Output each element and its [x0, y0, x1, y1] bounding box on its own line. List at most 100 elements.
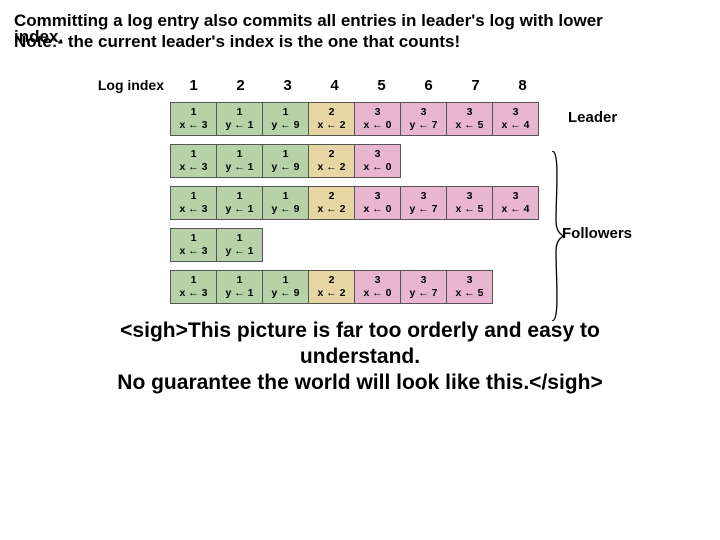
- cell-term: 3: [421, 106, 427, 118]
- cell-command: x ← 0: [363, 119, 391, 131]
- log-entry-cell: 3x ← 0: [354, 102, 401, 136]
- cell-command: y ← 7: [409, 203, 437, 215]
- log-entry-cell: 1y ← 9: [262, 186, 309, 220]
- cell-term: 3: [467, 190, 473, 202]
- cell-command: x ← 4: [501, 119, 529, 131]
- cell-term: 2: [329, 274, 335, 286]
- cell-term: 1: [237, 148, 243, 160]
- log-entry-cell: 1y ← 9: [262, 102, 309, 136]
- cell-term: 1: [237, 190, 243, 202]
- cell-command: y ← 1: [225, 245, 253, 257]
- cell-command: x ← 2: [317, 287, 345, 299]
- heading: Committing a log entry also commits all …: [14, 10, 706, 53]
- log-index-number: 6: [405, 77, 452, 94]
- log-entry-cell: 3x ← 0: [354, 186, 401, 220]
- log-entry-cell: 2x ← 2: [308, 186, 355, 220]
- cell-command: x ← 2: [317, 203, 345, 215]
- cell-term: 1: [191, 232, 197, 244]
- log-index-label: Log index: [74, 77, 170, 93]
- cell-command: x ← 4: [501, 203, 529, 215]
- log-entry-cell: 1x ← 3: [170, 186, 217, 220]
- log-entry-cell: 2x ← 2: [308, 102, 355, 136]
- cell-term: 3: [467, 106, 473, 118]
- cell-command: x ← 0: [363, 161, 391, 173]
- cell-command: x ← 3: [179, 119, 207, 131]
- log-entry-cell: 1y ← 1: [216, 144, 263, 178]
- followers-label: Followers: [562, 225, 632, 242]
- log-index-number: 7: [452, 77, 499, 94]
- cell-term: 1: [191, 190, 197, 202]
- log-entry-cell: 1y ← 1: [216, 228, 263, 262]
- log-entry-cell: 3x ← 0: [354, 270, 401, 304]
- log-entry-cell: 1x ← 3: [170, 102, 217, 136]
- cell-command: y ← 9: [271, 287, 299, 299]
- cell-term: 2: [329, 190, 335, 202]
- log-entry-cell: 1y ← 9: [262, 270, 309, 304]
- cell-command: y ← 1: [225, 287, 253, 299]
- cell-command: y ← 9: [271, 161, 299, 173]
- log-index-number: 4: [311, 77, 358, 94]
- cell-term: 2: [329, 106, 335, 118]
- cell-term: 3: [375, 190, 381, 202]
- log-entry-cell: 3x ← 5: [446, 186, 493, 220]
- cell-term: 3: [421, 274, 427, 286]
- log-entry-cell: 3y ← 7: [400, 102, 447, 136]
- log-entry-cell: 1y ← 1: [216, 186, 263, 220]
- cell-command: y ← 1: [225, 203, 253, 215]
- cell-command: x ← 0: [363, 203, 391, 215]
- sigh-line2: understand.: [14, 344, 706, 370]
- cell-term: 1: [283, 106, 289, 118]
- log-index-row: Log index 12345678: [74, 77, 706, 94]
- log-entry-cell: 1x ← 3: [170, 270, 217, 304]
- cell-term: 1: [237, 274, 243, 286]
- cell-command: x ← 3: [179, 161, 207, 173]
- cell-term: 1: [283, 148, 289, 160]
- sigh-text: <sigh>This picture is far too orderly an…: [14, 318, 706, 397]
- cell-command: x ← 0: [363, 287, 391, 299]
- cell-command: x ← 5: [455, 203, 483, 215]
- heading-index-word: index.: [14, 26, 63, 47]
- log-entry-cell: 1x ← 3: [170, 144, 217, 178]
- cell-command: y ← 1: [225, 119, 253, 131]
- log-index-number: 2: [217, 77, 264, 94]
- cell-term: 3: [375, 106, 381, 118]
- log-entry-cell: 3y ← 7: [400, 270, 447, 304]
- heading-line1: Committing a log entry also commits all …: [14, 11, 603, 30]
- heading-note: Note:- the current leader's index is the…: [14, 32, 460, 51]
- cell-command: x ← 3: [179, 287, 207, 299]
- cell-command: x ← 5: [455, 119, 483, 131]
- cell-term: 3: [513, 106, 519, 118]
- log-index-number: 8: [499, 77, 546, 94]
- cell-term: 3: [513, 190, 519, 202]
- log-entry-cell: 1y ← 1: [216, 102, 263, 136]
- log-entry-cell: 1x ← 3: [170, 228, 217, 262]
- cell-term: 1: [191, 106, 197, 118]
- cell-command: y ← 9: [271, 119, 299, 131]
- log-entry-cell: 2x ← 2: [308, 144, 355, 178]
- log-row: 1x ← 31y ← 11y ← 92x ← 23x ← 0: [74, 144, 706, 178]
- log-entry-cell: 1y ← 1: [216, 270, 263, 304]
- log-entry-cell: 3x ← 5: [446, 270, 493, 304]
- log-entry-cell: 3x ← 4: [492, 186, 539, 220]
- cell-term: 3: [375, 148, 381, 160]
- cell-term: 2: [329, 148, 335, 160]
- cell-command: x ← 2: [317, 119, 345, 131]
- log-entry-cell: 3x ← 4: [492, 102, 539, 136]
- log-entry-cell: 2x ← 2: [308, 270, 355, 304]
- log-index-number: 3: [264, 77, 311, 94]
- cell-command: x ← 5: [455, 287, 483, 299]
- sigh-line1: <sigh>This picture is far too orderly an…: [14, 318, 706, 344]
- cell-term: 1: [191, 274, 197, 286]
- sigh-line3: No guarantee the world will look like th…: [14, 370, 706, 396]
- log-index-number: 5: [358, 77, 405, 94]
- cell-command: x ← 3: [179, 203, 207, 215]
- cell-term: 1: [237, 232, 243, 244]
- cell-term: 3: [467, 274, 473, 286]
- cell-command: y ← 9: [271, 203, 299, 215]
- log-entry-cell: 3y ← 7: [400, 186, 447, 220]
- log-entry-cell: 3x ← 0: [354, 144, 401, 178]
- cell-term: 1: [191, 148, 197, 160]
- cell-term: 1: [283, 274, 289, 286]
- cell-term: 1: [283, 190, 289, 202]
- cell-term: 3: [375, 274, 381, 286]
